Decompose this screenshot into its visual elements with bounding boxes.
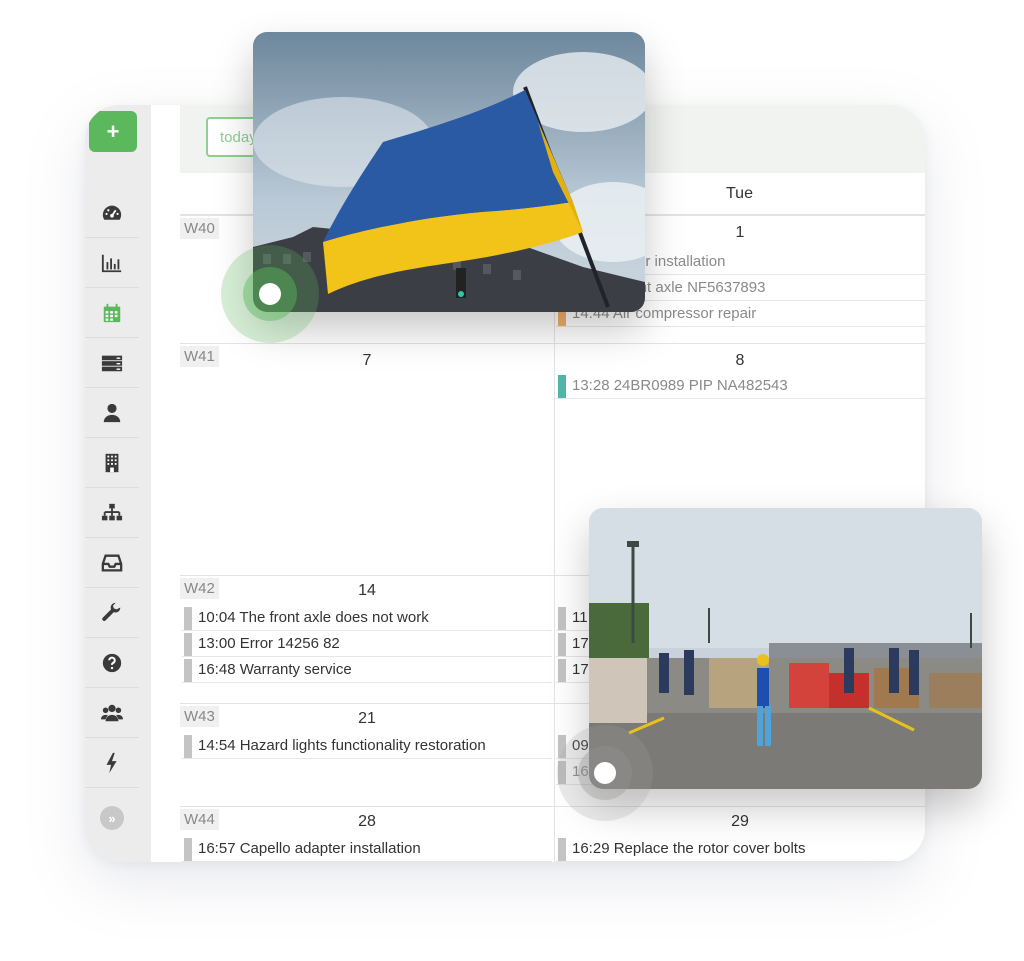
day-number[interactable]: 21 (337, 710, 397, 728)
collapse-sidebar-button[interactable]: » (100, 806, 124, 830)
event-color-bar (558, 633, 566, 656)
event-color-bar (184, 838, 192, 861)
calendar-event[interactable]: 16:48 Warranty service (182, 658, 552, 683)
sidebar-item-companies[interactable] (85, 438, 139, 488)
event-color-bar (184, 735, 192, 758)
bar-chart-icon (101, 254, 122, 272)
week-label: W43 (180, 706, 219, 727)
sidebar-item-help[interactable] (85, 638, 139, 688)
day-divider (554, 704, 555, 806)
event-label: 16:57 Capello adapter installation (198, 840, 421, 857)
users-icon (101, 704, 123, 721)
calendar-event[interactable]: 14:54 Hazard lights functionality restor… (182, 734, 552, 759)
day-divider (554, 344, 555, 575)
day-number[interactable]: 14 (337, 582, 397, 600)
calendar-event[interactable]: 13:00 Error 14256 82 (182, 632, 552, 657)
sidebar-item-inbox[interactable] (85, 538, 139, 588)
double-chevron-right-icon: » (108, 810, 116, 826)
event-color-bar (558, 375, 566, 398)
event-label: 10:04 The front axle does not work (198, 609, 429, 626)
sidebar-item-structure[interactable] (85, 488, 139, 538)
building-icon (105, 453, 119, 472)
org-chart-icon (101, 503, 123, 520)
event-label: 13:28 24BR0989 PIP NA482543 (572, 377, 788, 394)
event-label: 17 (572, 661, 589, 678)
sidebar-item-dashboard[interactable] (85, 188, 139, 238)
event-color-bar (184, 659, 192, 682)
calendar-event[interactable]: 16:57 Capello adapter installation (182, 837, 552, 862)
server-icon (101, 355, 123, 371)
event-label: 16:48 Warranty service (198, 661, 352, 678)
dashboard-icon (102, 205, 122, 220)
sidebar-item-team[interactable] (85, 688, 139, 738)
sidebar-item-automation[interactable] (85, 738, 139, 788)
week-label: W40 (180, 218, 219, 239)
pulse-dot-2[interactable] (594, 762, 616, 784)
week-label: W41 (180, 346, 219, 367)
wrench-icon (102, 602, 121, 621)
event-label: 11 (572, 609, 588, 626)
event-color-bar (184, 607, 192, 630)
inbox-icon (101, 554, 123, 571)
pulse-dot[interactable] (259, 283, 281, 305)
calendar-icon (103, 303, 121, 322)
day-number[interactable]: 29 (710, 813, 770, 831)
event-label: 16:29 Replace the rotor cover bolts (572, 840, 806, 857)
calendar-event[interactable]: 10:04 The front axle does not work (182, 606, 552, 631)
sidebar-item-servers[interactable] (85, 338, 139, 388)
day-divider (554, 576, 555, 703)
event-label: 13:00 Error 14256 82 (198, 635, 340, 652)
event-label: 17 (572, 635, 589, 652)
volunteers-photo (589, 508, 982, 789)
add-button[interactable]: + (89, 111, 137, 152)
sidebar-item-reports[interactable] (85, 238, 139, 288)
volunteers-parking-lot-image (589, 508, 982, 789)
day-number[interactable]: 1 (710, 224, 770, 242)
day-divider (554, 807, 555, 862)
calendar-event[interactable]: 16:29 Replace the rotor cover bolts (556, 837, 925, 862)
week-row: W44 28 29 16:57 Capello adapter installatio… (180, 806, 925, 862)
event-color-bar (558, 659, 566, 682)
sidebar-item-user[interactable] (85, 388, 139, 438)
help-icon (102, 653, 122, 672)
event-color-bar (558, 607, 566, 630)
bolt-icon (106, 752, 117, 773)
calendar-event[interactable]: 13:28 24BR0989 PIP NA482543 (556, 374, 925, 399)
user-icon (103, 403, 121, 422)
day-number[interactable]: 7 (337, 352, 397, 370)
event-label: 14:54 Hazard lights functionality restor… (198, 737, 486, 754)
event-color-bar (558, 838, 566, 861)
sidebar-item-calendar[interactable] (85, 288, 139, 338)
day-number[interactable]: 28 (337, 813, 397, 831)
week-label: W42 (180, 578, 219, 599)
day-number[interactable]: 8 (710, 352, 770, 370)
sidebar: + » (85, 105, 151, 862)
event-color-bar (184, 633, 192, 656)
sidebar-item-service[interactable] (85, 588, 139, 638)
week-label: W44 (180, 809, 219, 830)
